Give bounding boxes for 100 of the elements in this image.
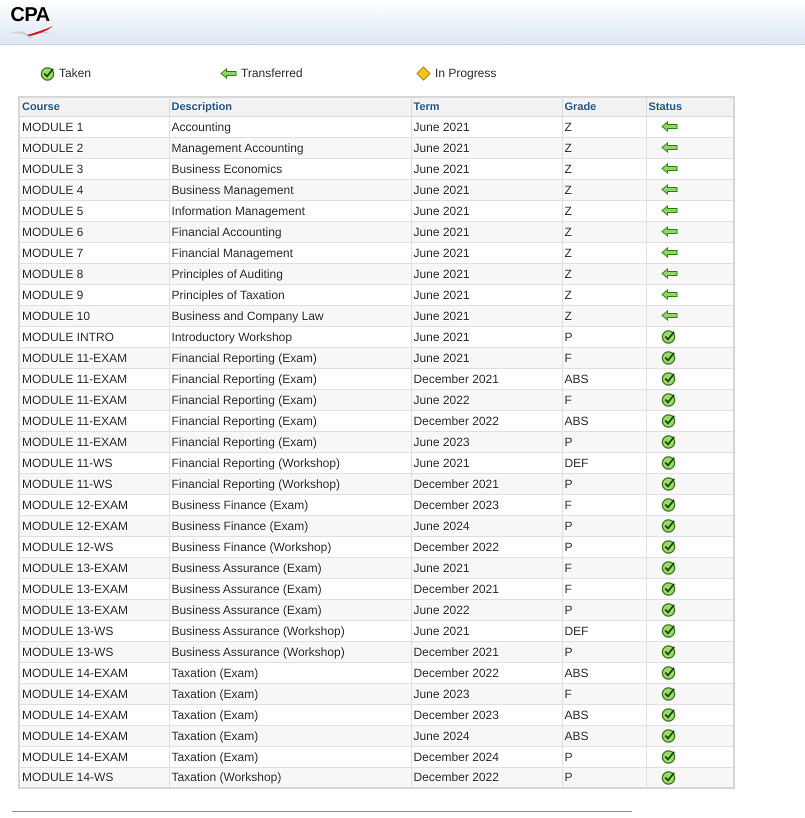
left-arrow-icon	[660, 163, 678, 174]
table-cell: Financial Reporting (Exam)	[169, 431, 411, 452]
check-circle-icon	[660, 476, 676, 491]
table-cell: Business Management	[169, 179, 411, 200]
table-cell: Business Finance (Exam)	[169, 515, 411, 536]
table-cell: Business Finance (Exam)	[169, 494, 411, 515]
diamond-icon	[416, 66, 431, 80]
table-cell: Financial Reporting (Exam)	[169, 410, 411, 431]
table-cell: June 2021	[411, 116, 562, 137]
table-cell: DEF	[562, 452, 646, 473]
left-arrow-icon	[660, 184, 678, 195]
table-cell: MODULE 14-EXAM	[19, 683, 169, 704]
table-cell: Management Accounting	[169, 137, 411, 158]
table-cell: Taxation (Exam)	[169, 683, 411, 704]
check-circle-icon	[660, 728, 676, 743]
table-cell: Financial Management	[169, 242, 411, 263]
table-cell: MODULE 1	[19, 116, 169, 137]
table-cell: Z	[562, 179, 646, 200]
table-cell: Business Assurance (Workshop)	[169, 620, 411, 641]
table-cell: June 2021	[411, 284, 562, 305]
legend-label: Transferred	[241, 65, 303, 82]
table-cell: MODULE 13-WS	[19, 641, 169, 662]
check-circle-icon	[660, 749, 676, 764]
table-cell: Information Management	[169, 200, 411, 221]
table-cell: June 2023	[411, 431, 562, 452]
check-circle-icon	[40, 66, 55, 80]
left-arrow-icon	[220, 68, 237, 78]
table-cell: Financial Reporting (Exam)	[169, 368, 411, 389]
table-cell: Taxation (Exam)	[169, 746, 411, 767]
table-cell: Financial Accounting	[169, 221, 411, 242]
table-cell: ABS	[562, 725, 646, 746]
table-cell: Principles of Auditing	[169, 263, 411, 284]
table-cell: June 2021	[411, 221, 562, 242]
table-cell: MODULE 11-EXAM	[19, 347, 169, 368]
table-cell: MODULE 4	[19, 179, 169, 200]
table-cell: Business Assurance (Exam)	[169, 599, 411, 620]
column-header: Description	[169, 97, 411, 116]
table-cell: June 2021	[411, 242, 562, 263]
table-cell: MODULE 11-EXAM	[19, 368, 169, 389]
table-cell: Z	[562, 200, 646, 221]
check-circle-icon	[660, 665, 676, 680]
left-arrow-icon	[660, 268, 678, 279]
table-cell: MODULE 12-EXAM	[19, 515, 169, 536]
table-cell: DEF	[562, 620, 646, 641]
table-cell: MODULE 13-EXAM	[19, 578, 169, 599]
table-cell: F	[562, 557, 646, 578]
left-arrow-icon	[660, 310, 678, 321]
table-cell: MODULE 14-EXAM	[19, 662, 169, 683]
check-circle-icon	[660, 623, 676, 638]
table-cell: MODULE 10	[19, 305, 169, 326]
table-cell: June 2021	[411, 200, 562, 221]
table-cell: Accounting	[169, 116, 411, 137]
left-arrow-icon	[660, 121, 678, 132]
table-cell: P	[562, 599, 646, 620]
table-cell: Z	[562, 284, 646, 305]
table-cell: June 2021	[411, 452, 562, 473]
table-cell: F	[562, 494, 646, 515]
table-cell: Business Finance (Workshop)	[169, 536, 411, 557]
table-cell: June 2021	[411, 179, 562, 200]
table-cell: MODULE 7	[19, 242, 169, 263]
table-cell: June 2021	[411, 263, 562, 284]
legend-label: Taken	[59, 65, 92, 82]
table-cell: Z	[562, 305, 646, 326]
table-cell: Principles of Taxation	[169, 284, 411, 305]
table-cell: Z	[562, 263, 646, 284]
table-cell: MODULE 13-WS	[19, 620, 169, 641]
table-cell: P	[562, 473, 646, 494]
left-arrow-icon	[660, 205, 678, 216]
check-circle-icon	[660, 644, 676, 659]
table-cell: F	[562, 683, 646, 704]
table-cell: P	[562, 536, 646, 557]
table-cell: Taxation (Exam)	[169, 725, 411, 746]
table-cell: MODULE 3	[19, 158, 169, 179]
check-circle-icon	[660, 581, 676, 596]
table-cell: June 2021	[411, 620, 562, 641]
table-cell: Financial Reporting (Exam)	[169, 347, 411, 368]
table-cell: Z	[562, 221, 646, 242]
table-cell: MODULE 13-EXAM	[19, 557, 169, 578]
table-cell: June 2021	[411, 326, 562, 347]
table-cell: F	[562, 389, 646, 410]
check-circle-icon	[660, 518, 676, 533]
left-arrow-icon	[660, 289, 678, 300]
table-cell: Business Assurance (Workshop)	[169, 641, 411, 662]
column-header: Term	[411, 97, 562, 116]
table-cell: December 2021	[411, 641, 562, 662]
table-cell: MODULE 2	[19, 137, 169, 158]
logo: CPA	[6, 4, 54, 40]
table-cell: December 2021	[411, 473, 562, 494]
left-arrow-icon	[660, 226, 678, 237]
table-cell: June 2021	[411, 158, 562, 179]
table-cell: Introductory Workshop	[169, 326, 411, 347]
table-cell: MODULE INTRO	[19, 326, 169, 347]
table-cell: Business and Company Law	[169, 305, 411, 326]
check-circle-icon	[660, 455, 676, 470]
check-circle-icon	[660, 560, 676, 575]
table-cell: December 2022	[411, 662, 562, 683]
table-cell: MODULE 14-EXAM	[19, 746, 169, 767]
table-cell: Z	[562, 242, 646, 263]
table-cell: December 2023	[411, 494, 562, 515]
table-cell: MODULE 12-EXAM	[19, 494, 169, 515]
